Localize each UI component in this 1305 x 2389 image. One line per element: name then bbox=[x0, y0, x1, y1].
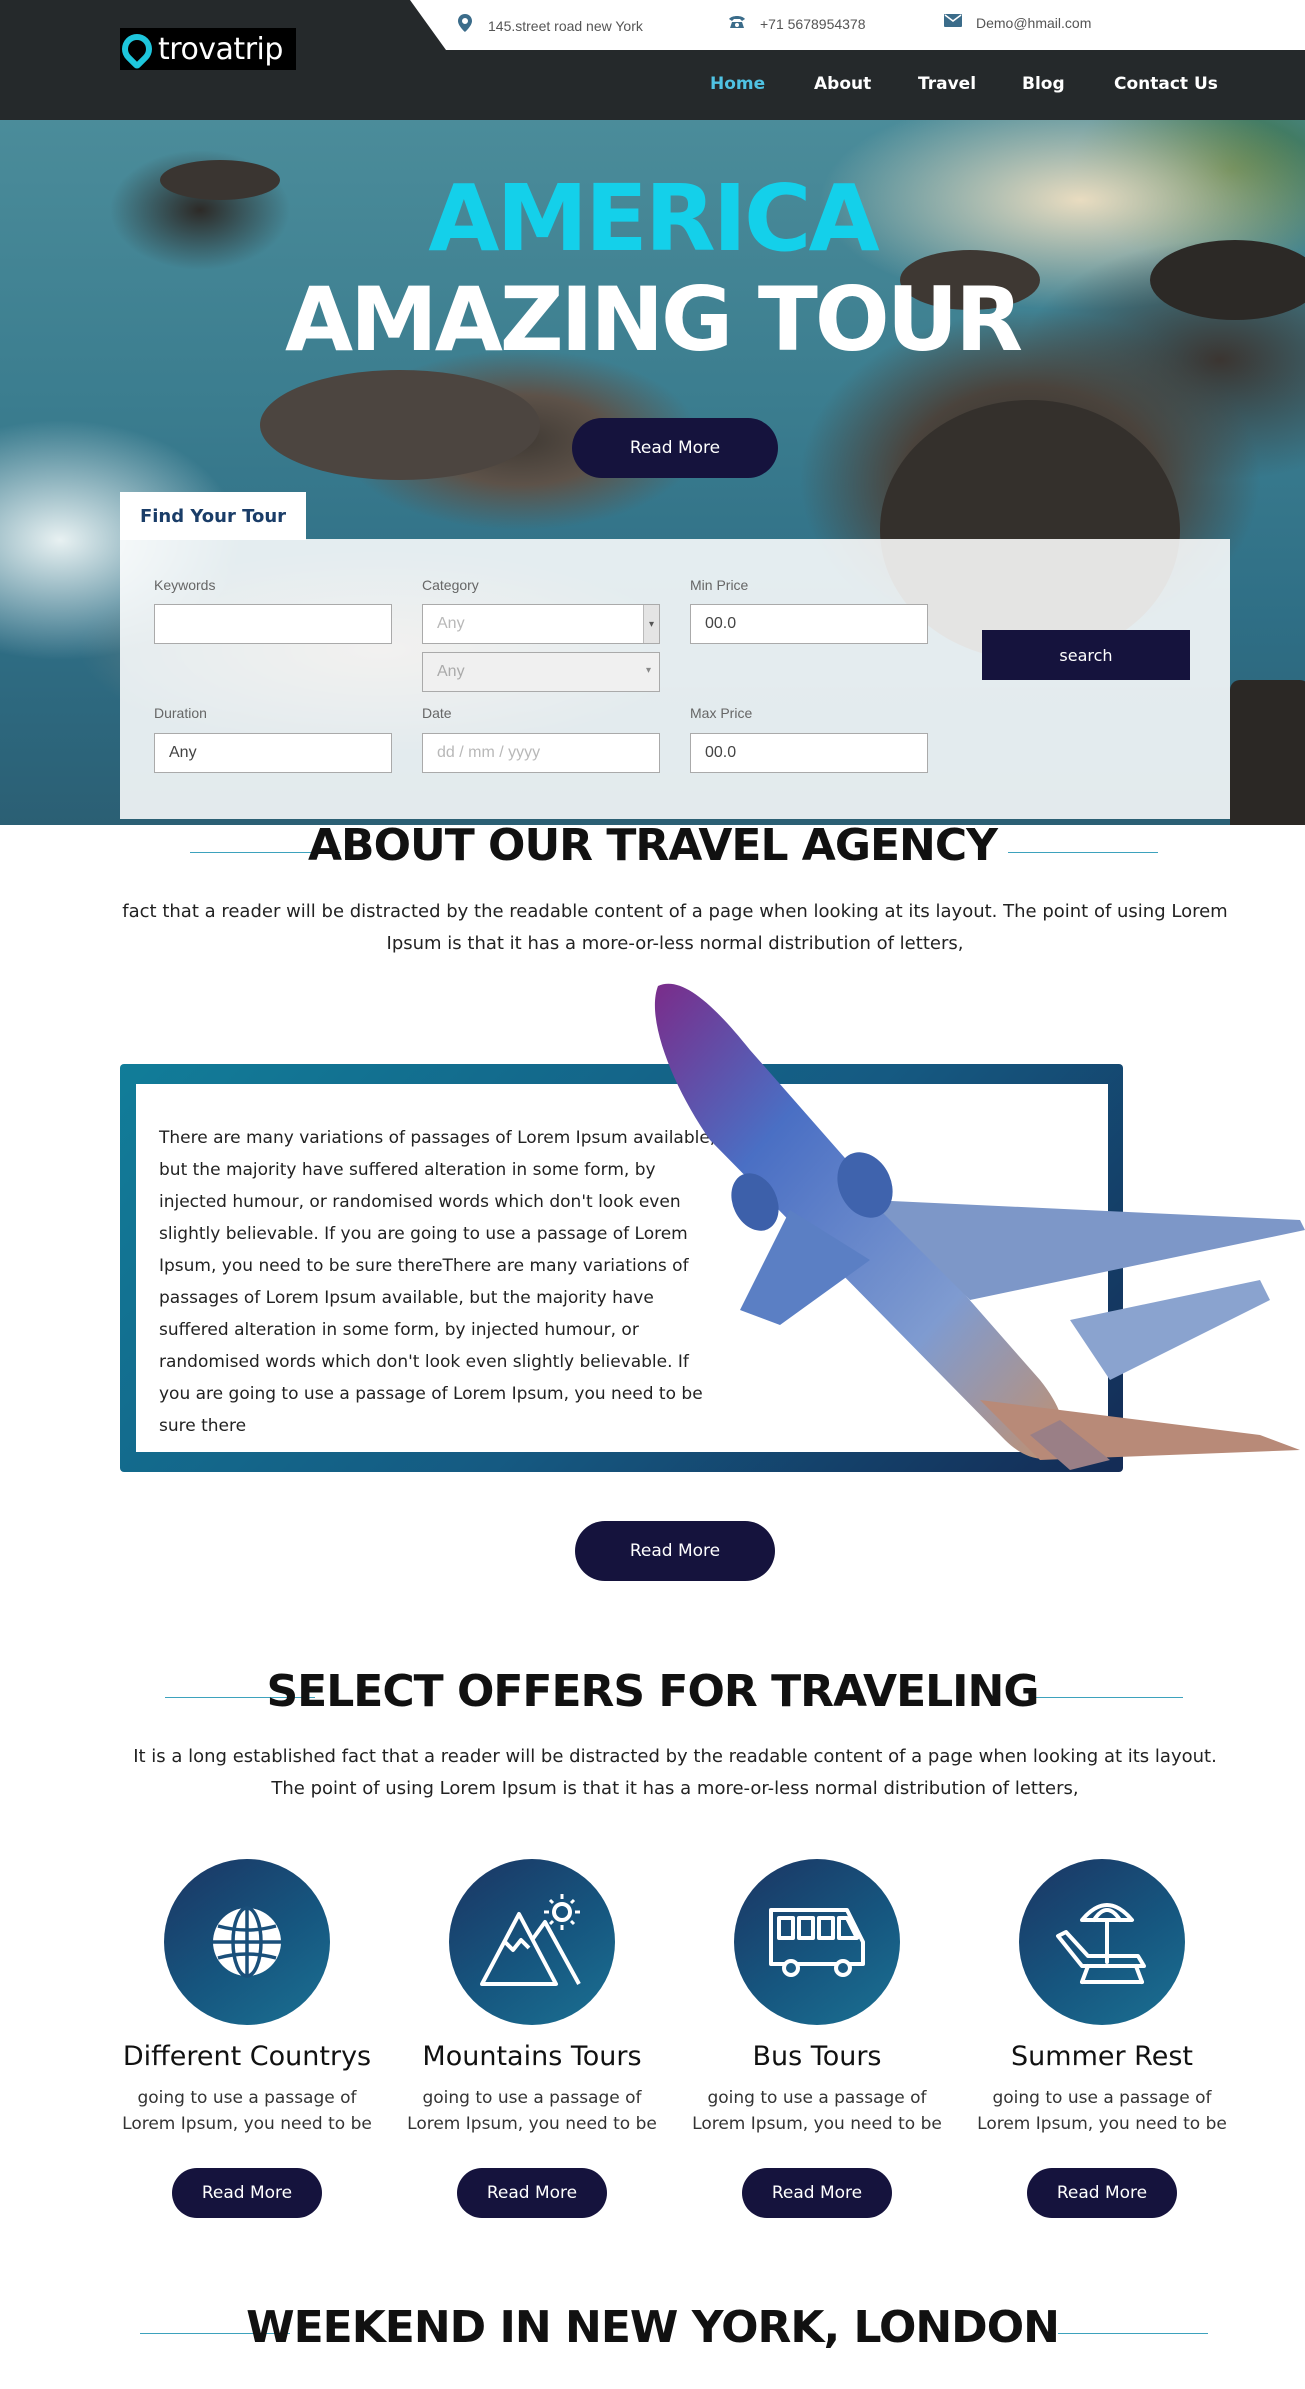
nav-about[interactable]: About bbox=[814, 74, 871, 94]
offer-title: Different Countrys bbox=[122, 2041, 372, 2072]
offer-text: going to use a passage of Lorem Ipsum, y… bbox=[692, 2088, 942, 2134]
offers-intro: It is a long established fact that a rea… bbox=[133, 1746, 1217, 1799]
category-label: Category bbox=[422, 577, 479, 593]
keywords-label: Keywords bbox=[154, 577, 216, 593]
email-item[interactable]: Demo@hmail.com bbox=[944, 14, 1091, 32]
about-read-more-button[interactable]: Read More bbox=[575, 1521, 775, 1581]
offer-read-more-button[interactable]: Read More bbox=[1027, 2168, 1177, 2218]
chevron-down-icon: ▾ bbox=[643, 605, 659, 643]
max-price-label: Max Price bbox=[690, 705, 753, 721]
offer-read-more-button[interactable]: Read More bbox=[742, 2168, 892, 2218]
mountain-icon bbox=[480, 1894, 581, 1986]
offer-icon-circle bbox=[734, 1859, 900, 2025]
min-price-label: Min Price bbox=[690, 577, 749, 593]
offer-text: going to use a passage of Lorem Ipsum, y… bbox=[122, 2088, 372, 2134]
offer-text: going to use a passage of Lorem Ipsum, y… bbox=[407, 2088, 657, 2134]
max-price-input[interactable]: 00.0 bbox=[690, 733, 928, 773]
offer-title: Mountains Tours bbox=[422, 2041, 642, 2072]
category-select[interactable]: Any ▾ bbox=[422, 604, 660, 644]
offers-heading: SELECT OFFERS FOR TRAVELING bbox=[266, 1666, 1039, 1717]
hero-rock-shape bbox=[260, 370, 540, 480]
nav-contact-us[interactable]: Contact Us bbox=[1114, 74, 1218, 94]
address-text: 145.street road new York bbox=[488, 17, 643, 34]
find-your-tour-tab[interactable]: Find Your Tour bbox=[120, 492, 306, 540]
nav-travel[interactable]: Travel bbox=[918, 74, 976, 94]
airplane-illustration bbox=[654, 983, 1305, 1470]
offer-icon-circle bbox=[164, 1859, 330, 2025]
hero-rock-shape bbox=[1230, 680, 1305, 825]
subcategory-select[interactable]: Any ▾ bbox=[422, 652, 660, 692]
about-intro: fact that a reader will be distracted by… bbox=[122, 901, 1228, 954]
about-heading: ABOUT OUR TRAVEL AGENCY bbox=[307, 820, 998, 871]
phone-icon bbox=[728, 14, 746, 33]
duration-input[interactable]: Any bbox=[154, 733, 392, 773]
offer-title: Summer Rest bbox=[1011, 2041, 1193, 2072]
search-button[interactable]: search bbox=[982, 630, 1190, 680]
keywords-input[interactable] bbox=[154, 604, 392, 644]
envelope-icon bbox=[944, 14, 962, 32]
address-item: 145.street road new York bbox=[456, 14, 643, 37]
site-header: trovatrip 145.street road new York +71 5… bbox=[0, 0, 1305, 120]
weekend-heading: WEEKEND IN NEW YORK, LONDON bbox=[246, 2302, 1060, 2353]
brand-name: trovatrip bbox=[158, 31, 283, 67]
bus-icon bbox=[769, 1908, 865, 1977]
hero-title-line1: AMERICA bbox=[428, 165, 879, 272]
hero-title-line2: AMAZING TOUR bbox=[285, 268, 1023, 371]
phone-text: +71 5678954378 bbox=[760, 15, 866, 32]
chevron-down-icon: ▾ bbox=[645, 665, 651, 676]
map-marker-icon bbox=[456, 14, 474, 37]
nav-home[interactable]: Home bbox=[710, 74, 765, 94]
location-pin-icon bbox=[115, 27, 159, 71]
duration-label: Duration bbox=[154, 705, 207, 721]
category-select-value: Any bbox=[437, 615, 465, 632]
offer-read-more-button[interactable]: Read More bbox=[457, 2168, 607, 2218]
phone-item[interactable]: +71 5678954378 bbox=[728, 14, 866, 33]
offer-icon-circle bbox=[449, 1859, 615, 2025]
contact-topbar: 145.street road new York +71 5678954378 … bbox=[410, 0, 1305, 50]
nav-blog[interactable]: Blog bbox=[1022, 74, 1065, 94]
min-price-input[interactable]: 00.0 bbox=[690, 604, 928, 644]
brand-logo[interactable]: trovatrip bbox=[115, 27, 296, 71]
date-label: Date bbox=[422, 705, 452, 721]
offer-read-more-button[interactable]: Read More bbox=[172, 2168, 322, 2218]
date-input[interactable]: dd / mm / yyyy bbox=[422, 733, 660, 773]
offer-icon-circle bbox=[1019, 1859, 1185, 2025]
offer-text: going to use a passage of Lorem Ipsum, y… bbox=[977, 2088, 1227, 2134]
email-text: Demo@hmail.com bbox=[976, 15, 1092, 31]
about-body-text: There are many variations of passages of… bbox=[159, 1128, 716, 1436]
hero-read-more-button[interactable]: Read More bbox=[572, 418, 778, 478]
globe-icon bbox=[213, 1906, 281, 1978]
offer-title: Bus Tours bbox=[752, 2041, 882, 2072]
subcategory-select-value: Any bbox=[437, 663, 465, 680]
beach-chair-icon bbox=[1056, 1903, 1146, 1984]
